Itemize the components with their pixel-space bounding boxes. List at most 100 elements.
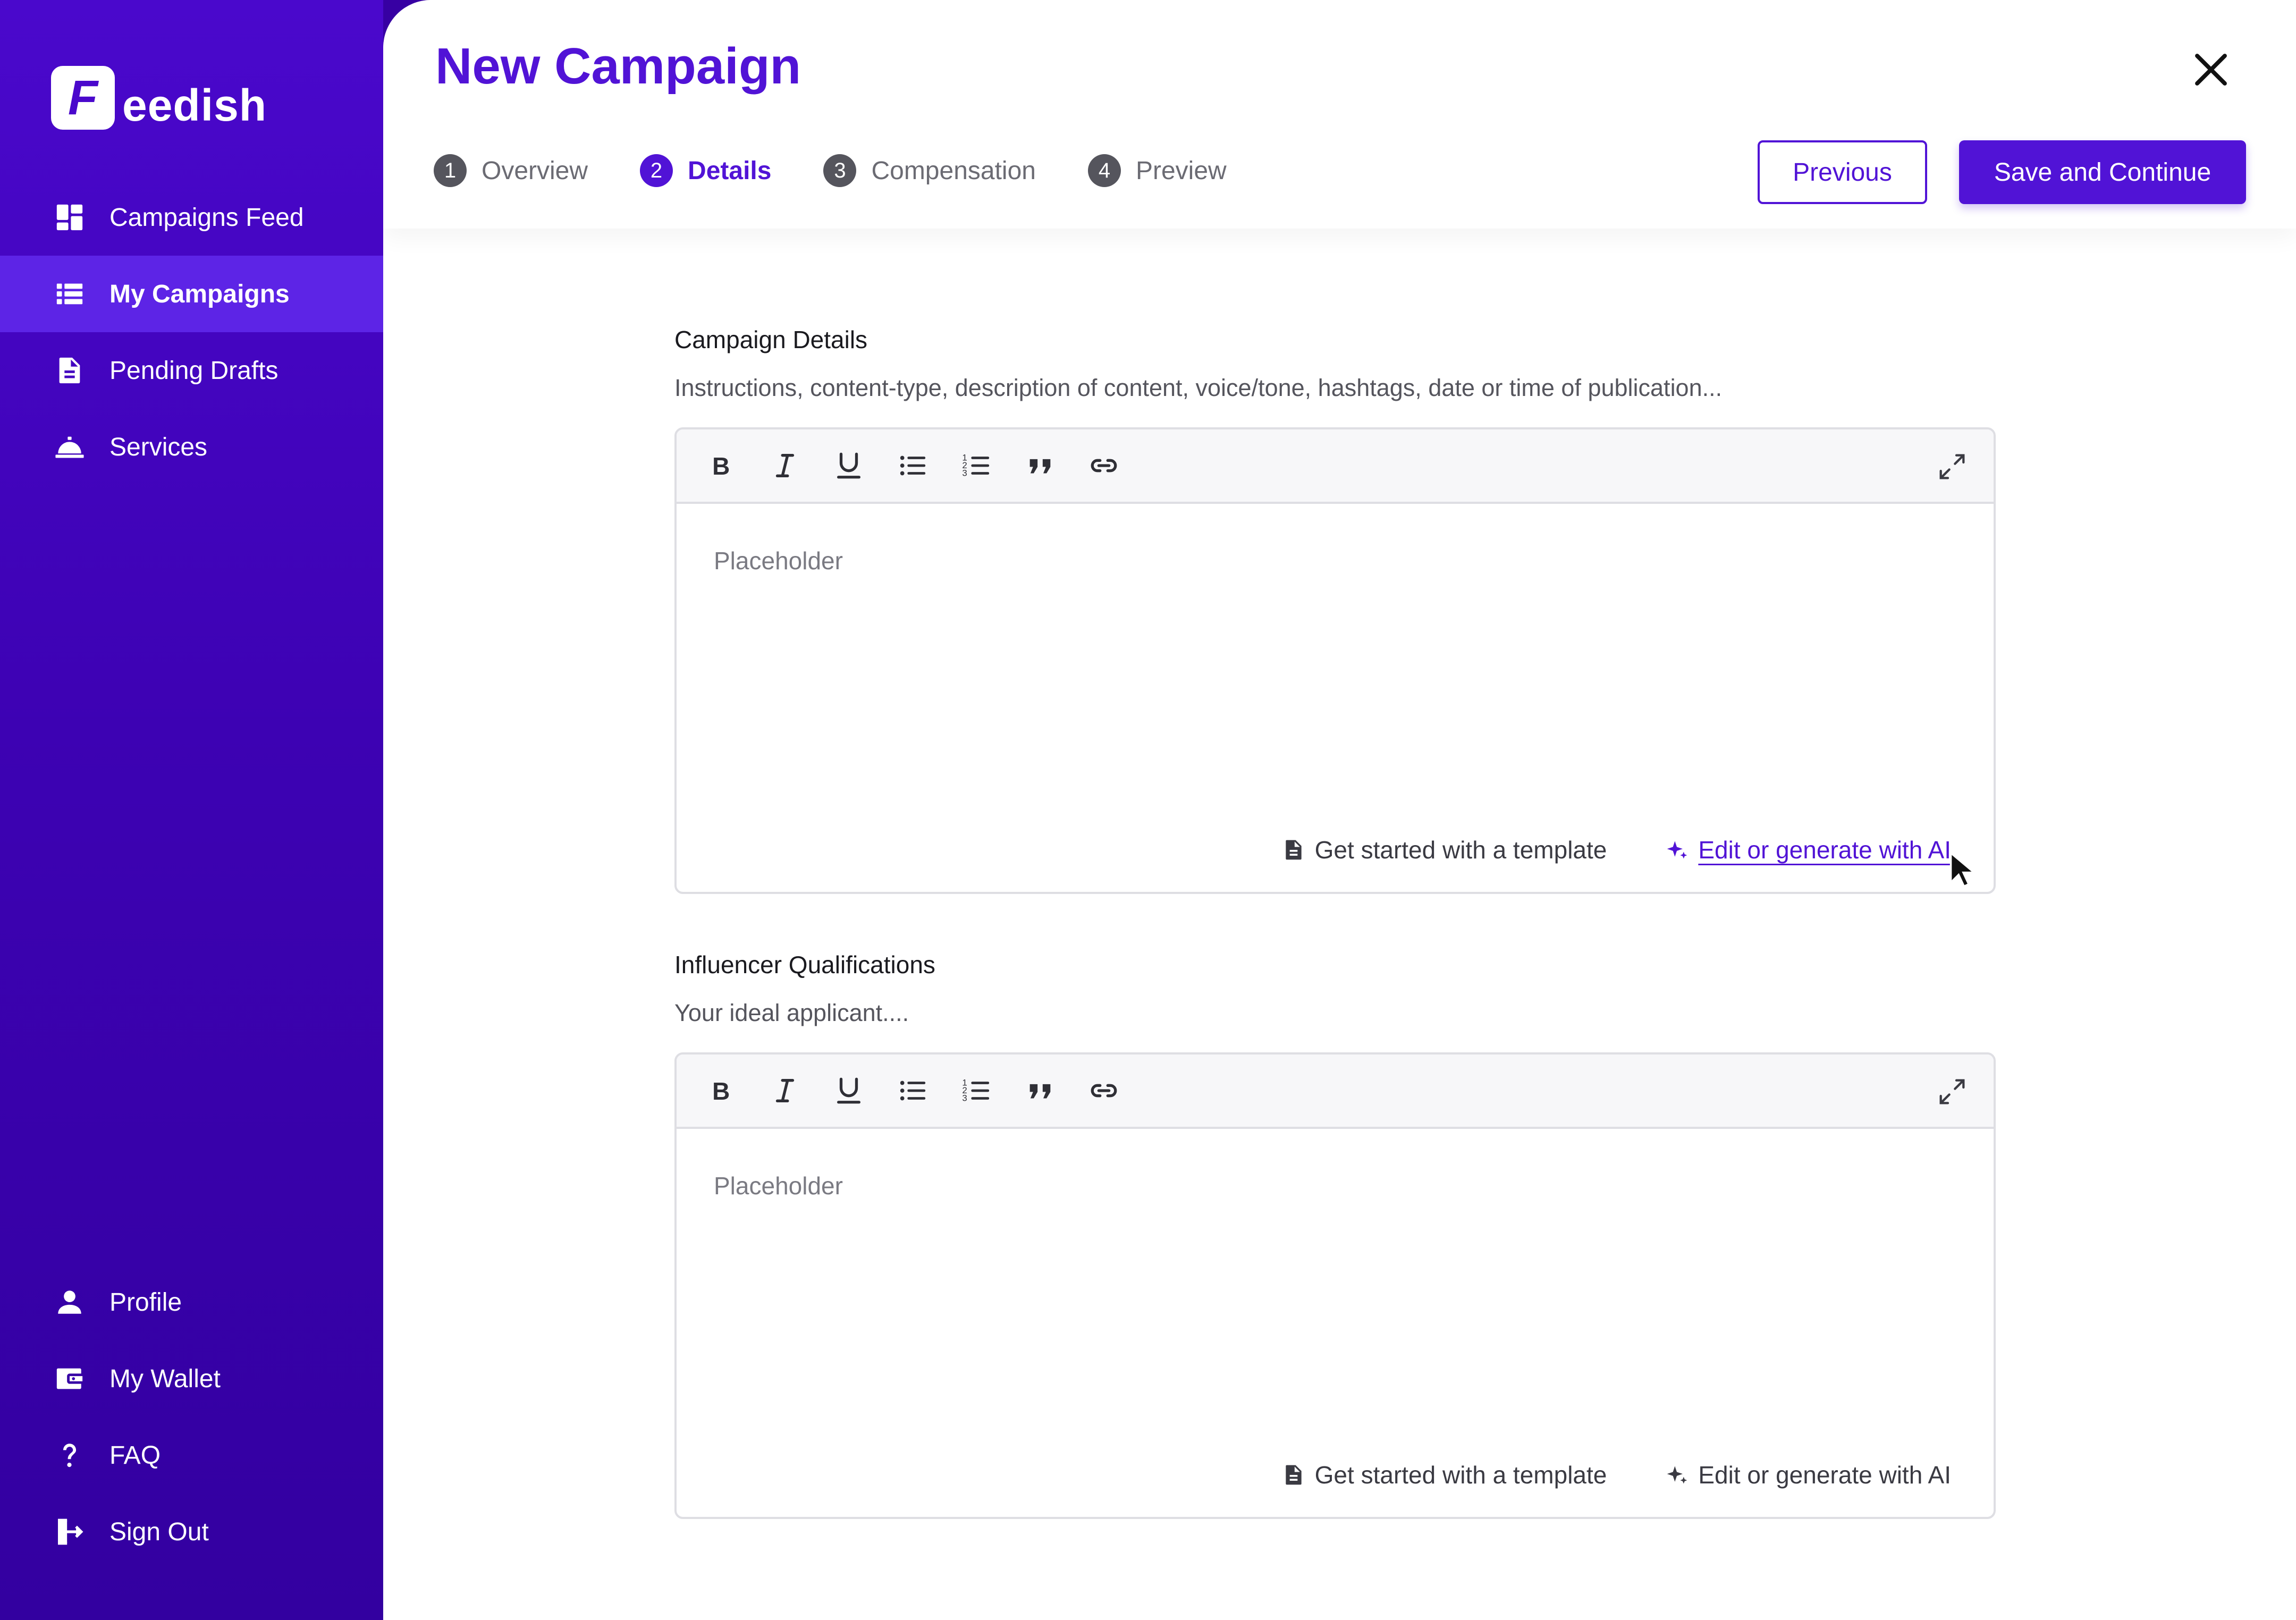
brand-name: eedish bbox=[122, 80, 267, 130]
underline-icon bbox=[837, 452, 860, 479]
numbered-list-button[interactable]: 123 bbox=[959, 449, 993, 483]
quote-icon bbox=[1029, 1084, 1051, 1099]
template-label: Get started with a template bbox=[1314, 836, 1607, 864]
editor-placeholder[interactable]: Placeholder bbox=[714, 546, 843, 575]
link-button[interactable] bbox=[1087, 1074, 1121, 1108]
numbered-list-button[interactable]: 123 bbox=[959, 1074, 993, 1108]
dashboard-icon bbox=[54, 202, 85, 233]
template-label: Get started with a template bbox=[1314, 1461, 1607, 1489]
expand-button[interactable] bbox=[1935, 1075, 1969, 1109]
ai-generate-link[interactable]: Edit or generate with AI bbox=[1665, 836, 1951, 864]
sidebar-item-services[interactable]: Services bbox=[0, 409, 383, 485]
italic-button[interactable] bbox=[768, 449, 802, 483]
step-label: Preview bbox=[1135, 156, 1227, 185]
main-panel: New Campaign 1 Overview 2 Details 3 Comp… bbox=[383, 0, 2296, 1620]
wallet-icon bbox=[54, 1363, 85, 1394]
step-preview[interactable]: 4 Preview bbox=[1087, 154, 1227, 187]
sidebar-item-campaigns-feed[interactable]: Campaigns Feed bbox=[0, 179, 383, 256]
bullet-list-icon bbox=[900, 455, 926, 476]
sidebar-item-label: Pending Drafts bbox=[109, 356, 278, 385]
sidebar-item-label: Sign Out bbox=[109, 1517, 209, 1546]
sidebar-item-pending-drafts[interactable]: Pending Drafts bbox=[0, 332, 383, 409]
sidebar-item-sign-out[interactable]: Sign Out bbox=[0, 1494, 383, 1570]
bold-button[interactable]: B bbox=[704, 449, 738, 483]
svg-text:B: B bbox=[712, 1077, 730, 1105]
step-number: 4 bbox=[1087, 154, 1121, 187]
underline-button[interactable] bbox=[832, 449, 866, 483]
step-label: Details bbox=[688, 156, 772, 185]
expand-icon bbox=[1939, 454, 1965, 479]
sidebar-item-label: My Wallet bbox=[109, 1364, 221, 1393]
sidebar-item-label: My Campaigns bbox=[109, 280, 290, 308]
document-icon bbox=[1285, 1465, 1302, 1485]
italic-icon bbox=[775, 454, 795, 477]
bold-icon: B bbox=[712, 1077, 730, 1105]
sparkle-icon bbox=[1667, 1466, 1687, 1484]
influencer-qualifications-section: Influencer Qualifications Your ideal app… bbox=[674, 950, 1996, 1519]
question-icon bbox=[54, 1440, 85, 1471]
campaign-details-section: Campaign Details Instructions, content-t… bbox=[674, 325, 1996, 894]
header: New Campaign 1 Overview 2 Details 3 Comp… bbox=[383, 0, 2296, 229]
quote-button[interactable] bbox=[1023, 1074, 1057, 1108]
step-number: 1 bbox=[434, 154, 467, 187]
section-subtitle: Your ideal applicant.... bbox=[674, 999, 909, 1026]
bullet-list-button[interactable] bbox=[896, 449, 930, 483]
close-icon bbox=[2195, 54, 2227, 86]
sidebar-item-faq[interactable]: FAQ bbox=[0, 1417, 383, 1494]
sidebar-item-my-campaigns[interactable]: My Campaigns bbox=[0, 256, 383, 332]
step-number: 2 bbox=[640, 154, 673, 187]
template-link[interactable]: Get started with a template bbox=[1282, 836, 1607, 864]
step-overview[interactable]: 1 Overview bbox=[434, 154, 588, 187]
bullet-list-button[interactable] bbox=[896, 1074, 930, 1108]
svg-text:3: 3 bbox=[962, 468, 967, 478]
person-icon bbox=[54, 1287, 85, 1318]
numbered-list-icon: 123 bbox=[962, 452, 990, 478]
quote-button[interactable] bbox=[1023, 449, 1057, 483]
step-compensation[interactable]: 3 Compensation bbox=[823, 154, 1036, 187]
list-icon bbox=[54, 279, 85, 309]
previous-button[interactable]: Previous bbox=[1758, 140, 1927, 204]
sign-out-icon bbox=[54, 1516, 85, 1547]
expand-button[interactable] bbox=[1935, 450, 1969, 484]
rich-text-editor: B 123 Placeholder Get started with a tem… bbox=[674, 1052, 1996, 1519]
template-link[interactable]: Get started with a template bbox=[1282, 1461, 1607, 1489]
link-icon bbox=[1091, 1084, 1117, 1098]
sparkle-icon bbox=[1667, 841, 1687, 859]
ai-generate-link[interactable]: Edit or generate with AI bbox=[1665, 1461, 1951, 1489]
bold-icon: B bbox=[712, 452, 730, 480]
expand-icon bbox=[1939, 1079, 1965, 1104]
svg-text:3: 3 bbox=[962, 1093, 967, 1103]
document-icon bbox=[54, 355, 85, 386]
quote-icon bbox=[1029, 459, 1051, 474]
italic-button[interactable] bbox=[768, 1074, 802, 1108]
editor-toolbar: B 123 bbox=[677, 429, 1994, 504]
sidebar-item-label: Campaigns Feed bbox=[109, 203, 304, 232]
rich-text-editor: B 123 Placeholder Get started with a tem… bbox=[674, 427, 1996, 894]
step-details[interactable]: 2 Details bbox=[640, 154, 771, 187]
numbered-list-icon: 123 bbox=[962, 1077, 990, 1103]
underline-button[interactable] bbox=[832, 1074, 866, 1108]
document-icon bbox=[1285, 840, 1302, 860]
link-button[interactable] bbox=[1087, 449, 1121, 483]
sidebar-nav-top: Campaigns Feed My Campaigns Pending Draf… bbox=[0, 179, 383, 485]
svg-text:B: B bbox=[712, 452, 730, 480]
sidebar-item-profile[interactable]: Profile bbox=[0, 1264, 383, 1340]
underline-icon bbox=[837, 1077, 860, 1104]
sidebar-item-label: Services bbox=[109, 433, 208, 461]
step-label: Overview bbox=[482, 156, 588, 185]
sidebar-item-my-wallet[interactable]: My Wallet bbox=[0, 1340, 383, 1417]
save-and-continue-button[interactable]: Save and Continue bbox=[1959, 140, 2246, 204]
link-icon bbox=[1091, 459, 1117, 473]
brand-logo[interactable]: F eedish bbox=[51, 64, 267, 131]
ai-label: Edit or generate with AI bbox=[1698, 836, 1951, 864]
editor-actions: Get started with a template Edit or gene… bbox=[1282, 1461, 1951, 1489]
bold-button[interactable]: B bbox=[704, 1074, 738, 1108]
italic-icon bbox=[775, 1079, 795, 1102]
editor-toolbar: B 123 bbox=[677, 1054, 1994, 1129]
sidebar-item-label: FAQ bbox=[109, 1441, 161, 1470]
editor-placeholder[interactable]: Placeholder bbox=[714, 1171, 843, 1200]
close-button[interactable] bbox=[2190, 49, 2232, 90]
bullet-list-icon bbox=[900, 1081, 926, 1101]
section-subtitle: Instructions, content-type, description … bbox=[674, 374, 1723, 401]
sidebar-item-label: Profile bbox=[109, 1288, 182, 1317]
